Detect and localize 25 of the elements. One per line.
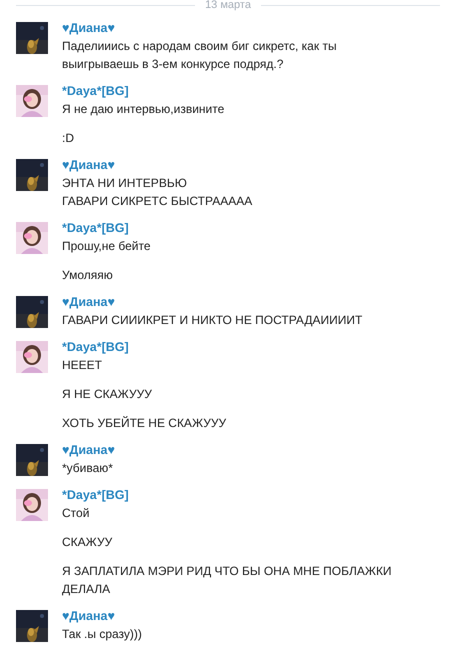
author-name[interactable]: ♥Диана♥ — [62, 608, 115, 625]
message-text: ГАВАРИ СИИИКРЕТ И НИКТО НЕ ПОСТРАДАИИИИТ — [62, 312, 364, 329]
message-text: Так .ы сразу))) — [62, 626, 143, 643]
message-text: Прошу,не бейте — [62, 238, 152, 255]
message-text: Я НЕ СКАЖУУУ — [62, 386, 153, 403]
author-name[interactable]: *Daya*[BG] — [62, 339, 129, 356]
message-text: Умоляяю — [62, 267, 114, 284]
author-name[interactable]: *Daya*[BG] — [62, 487, 129, 504]
message-text: Паделииись с народам своим биг сикретс, как ты выигрываешь в 3-ем конкурсе подряд.? — [62, 38, 338, 73]
message-text: :D — [62, 130, 75, 147]
message-text: Стой — [62, 505, 90, 522]
author-name[interactable]: ♥Диана♥ — [62, 157, 115, 174]
author-name[interactable]: ♥Диана♥ — [62, 294, 115, 311]
author-name[interactable]: ♥Диана♥ — [62, 20, 115, 37]
message-text: СКАЖУУ — [62, 534, 114, 551]
date-divider: 13 марта — [205, 0, 251, 10]
message-text: ХОТЬ УБЕЙТЕ НЕ СКАЖУУУ — [62, 415, 228, 432]
message-text: *убиваю* — [62, 460, 114, 477]
author-name[interactable]: ♥Диана♥ — [62, 442, 115, 459]
author-name[interactable]: *Daya*[BG] — [62, 220, 129, 237]
message-text: Я не даю интервью,извините — [62, 101, 226, 118]
message-text: ЭНТА НИ ИНТЕРВЬЮ ГАВАРИ СИКРЕТС БЫСТРААААА — [62, 175, 254, 210]
message-text: НЕЕЕТ — [62, 357, 104, 374]
message-text: Я ЗАПЛАТИЛА МЭРИ РИД ЧТО БЫ ОНА МНЕ ПОБЛАЖКИ ДЕЛАЛА — [62, 563, 393, 598]
author-name[interactable]: *Daya*[BG] — [62, 83, 129, 100]
